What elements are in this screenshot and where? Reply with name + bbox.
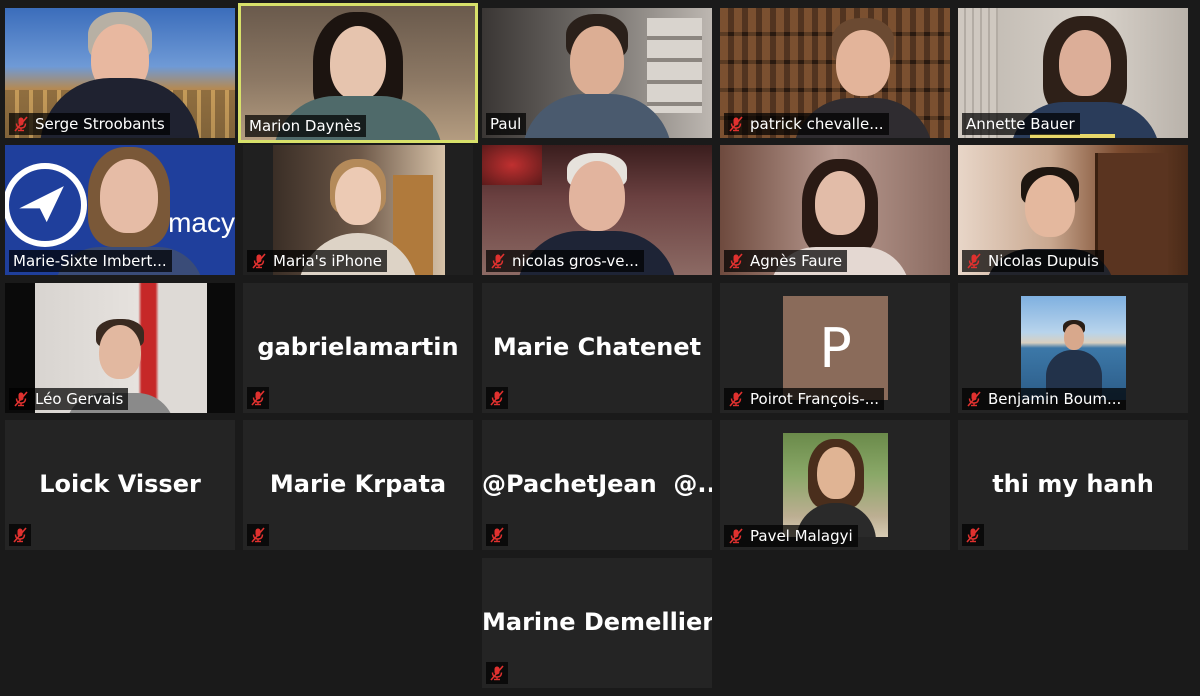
participant-name: Poirot François-... xyxy=(750,390,880,408)
mic-muted-icon xyxy=(489,527,505,543)
participant-tile-poirot-francois[interactable]: P Poirot François-... xyxy=(720,283,950,413)
participant-name: patrick chevalle... xyxy=(750,115,884,133)
participant-tile-leo-gervais[interactable]: Léo Gervais xyxy=(5,283,235,413)
participant-name-tag: Poirot François-... xyxy=(724,388,885,410)
participant-tile-annette-bauer[interactable]: Annette Bauer xyxy=(958,8,1188,138)
participant-name-tag: Pavel Malagyi xyxy=(724,525,858,547)
participant-name: Serge Stroobants xyxy=(35,115,165,133)
participant-tile-marie-chatenet[interactable]: Marie Chatenet xyxy=(482,283,712,413)
participant-tile-nicolas-gros-ve[interactable]: nicolas gros-ve... xyxy=(482,145,712,275)
mic-muted-icon xyxy=(728,116,744,132)
mic-muted-icon xyxy=(250,527,266,543)
participant-tile-serge-stroobants[interactable]: Serge Stroobants xyxy=(5,8,235,138)
participant-name-tag: nicolas gros-ve... xyxy=(486,250,644,272)
mic-muted-icon xyxy=(728,391,744,407)
participant-name: Marion Daynès xyxy=(249,117,362,135)
participant-name-tag: Paul xyxy=(486,113,527,135)
participant-name: Benjamin Boum... xyxy=(988,390,1122,408)
logo-text: macy xyxy=(168,207,235,238)
participant-name-tag: Nicolas Dupuis xyxy=(962,250,1104,272)
avatar xyxy=(1021,296,1126,400)
participant-display-name: Marie Krpata xyxy=(269,470,447,498)
mic-muted-icon xyxy=(728,528,744,544)
participant-name: Agnès Faure xyxy=(750,252,843,270)
mic-muted-icon xyxy=(965,527,981,543)
participant-name-tag: Marion Daynès xyxy=(245,115,367,137)
participant-name: Nicolas Dupuis xyxy=(988,252,1099,270)
mic-muted-icon xyxy=(13,391,29,407)
participant-name: Maria's iPhone xyxy=(273,252,382,270)
participant-tile-nicolas-dupuis[interactable]: Nicolas Dupuis xyxy=(958,145,1188,275)
mic-muted-badge xyxy=(486,387,508,409)
avatar: P xyxy=(783,296,888,400)
mic-muted-icon xyxy=(966,391,982,407)
participant-name-tag: Léo Gervais xyxy=(9,388,129,410)
paper-plane-icon xyxy=(19,186,64,223)
participant-display-name: Loick Visser xyxy=(39,470,201,498)
mic-muted-badge xyxy=(247,524,269,546)
participant-name-tag: Benjamin Boum... xyxy=(962,388,1127,410)
participant-name-tag: Agnès Faure xyxy=(724,250,848,272)
participant-tile-marine-demellier[interactable]: Marine Demellier xyxy=(482,558,712,688)
participant-name-tag: patrick chevalle... xyxy=(724,113,889,135)
participant-tile-loick-visser[interactable]: Loick Visser xyxy=(5,420,235,550)
participant-display-name: gabrielamartin xyxy=(257,333,459,361)
mic-muted-badge xyxy=(486,524,508,546)
mic-muted-badge xyxy=(486,662,508,684)
participant-name: nicolas gros-ve... xyxy=(512,252,639,270)
mic-muted-icon xyxy=(966,253,982,269)
participant-tile-marie-krpata[interactable]: Marie Krpata xyxy=(243,420,473,550)
mic-muted-icon xyxy=(489,665,505,681)
mic-muted-badge xyxy=(9,524,31,546)
participant-tile-patrick-chevalle[interactable]: patrick chevalle... xyxy=(720,8,950,138)
mic-muted-icon xyxy=(490,253,506,269)
avatar-letter: P xyxy=(819,316,852,380)
participant-name-tag: Annette Bauer xyxy=(962,113,1080,135)
mic-muted-icon xyxy=(728,253,744,269)
participant-tile-marias-iphone[interactable]: Maria's iPhone xyxy=(243,145,473,275)
participant-name-tag: Maria's iPhone xyxy=(247,250,387,272)
participant-name-tag: Marie-Sixte Imbert... xyxy=(9,250,172,272)
participant-display-name: Marie Chatenet xyxy=(492,333,702,361)
participant-name: Annette Bauer xyxy=(966,115,1075,133)
participant-name: Paul xyxy=(490,115,522,133)
participant-tile-marion-daynes[interactable]: Marion Daynès xyxy=(238,3,478,143)
participant-name: Léo Gervais xyxy=(35,390,124,408)
logo-circle xyxy=(5,163,87,247)
participant-tile-marie-sixte-imbert[interactable]: macy Marie-Sixte Imbert... xyxy=(5,145,235,275)
participant-tile-gabrielamartin[interactable]: gabrielamartin xyxy=(243,283,473,413)
participant-display-name: @PachetJean @... xyxy=(482,470,712,498)
mic-muted-icon xyxy=(12,527,28,543)
participant-tile-agnes-faure[interactable]: Agnès Faure xyxy=(720,145,950,275)
participant-name: Pavel Malagyi xyxy=(750,527,853,545)
mic-muted-badge xyxy=(962,524,984,546)
participant-tile-thi-my-hanh[interactable]: thi my hanh xyxy=(958,420,1188,550)
participant-tile-pachetjean[interactable]: @PachetJean @... xyxy=(482,420,712,550)
participant-tile-paul[interactable]: Paul xyxy=(482,8,712,138)
participant-name: Marie-Sixte Imbert... xyxy=(13,252,167,270)
participant-display-name: thi my hanh xyxy=(992,470,1154,498)
avatar xyxy=(783,433,888,537)
participant-display-name: Marine Demellier xyxy=(482,608,712,636)
mic-muted-badge xyxy=(247,387,269,409)
participant-name-tag: Serge Stroobants xyxy=(9,113,170,135)
participant-tile-pavel-malagyi[interactable]: Pavel Malagyi xyxy=(720,420,950,550)
mic-muted-icon xyxy=(251,253,267,269)
participant-tile-benjamin-boum[interactable]: Benjamin Boum... xyxy=(958,283,1188,413)
mic-muted-icon xyxy=(13,116,29,132)
mic-muted-icon xyxy=(489,390,505,406)
mic-muted-icon xyxy=(250,390,266,406)
